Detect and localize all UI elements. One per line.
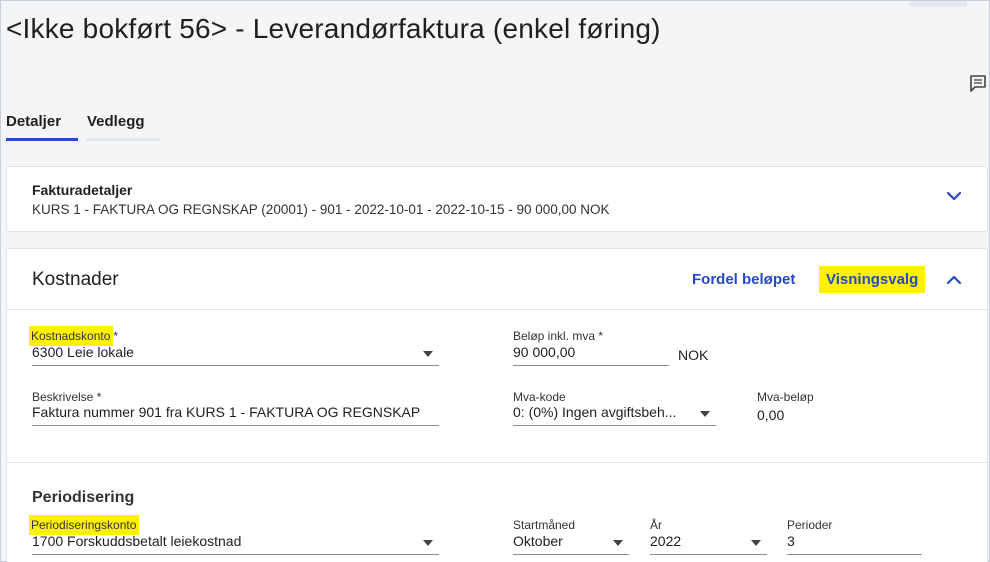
divider	[7, 309, 987, 310]
divider	[7, 462, 987, 463]
vat-amount-value: 0,00	[757, 407, 785, 423]
chevron-up-icon[interactable]	[945, 271, 963, 289]
tab-attachments[interactable]: Vedlegg	[86, 113, 160, 141]
description-input[interactable]: Faktura nummer 901 fra KURS 1 - FAKTURA …	[32, 401, 439, 426]
costs-title: Kostnader	[32, 269, 119, 290]
tab-details[interactable]: Detaljer	[6, 113, 78, 141]
top-tab-indicator	[909, 1, 967, 7]
start-month-value: Oktober	[513, 533, 563, 549]
periods-input[interactable]: 3	[787, 530, 922, 555]
tab-bar: Detaljer Vedlegg	[6, 113, 160, 143]
comment-icon[interactable]	[968, 73, 988, 93]
vat-code-value: 0: (0%) Ingen avgiftsbeh...	[513, 404, 677, 420]
accrual-title: Periodisering	[32, 489, 135, 506]
display-options-button[interactable]: Visningsvalg	[819, 266, 926, 293]
caret-down-icon	[423, 540, 433, 546]
costs-card: Kostnader Fordel beløpet Visningsvalg Ko…	[6, 248, 988, 562]
vat-amount-label: Mva-beløp	[757, 390, 814, 404]
year-value: 2022	[650, 533, 682, 549]
cost-account-value: 6300 Leie lokale	[32, 344, 134, 360]
distribute-amount-button[interactable]: Fordel beløpet	[692, 271, 795, 288]
amount-currency: NOK	[678, 347, 709, 363]
caret-down-icon	[613, 540, 623, 546]
vat-code-select[interactable]: 0: (0%) Ingen avgiftsbeh...	[513, 401, 716, 426]
invoice-summary: KURS 1 - FAKTURA OG REGNSKAP (20001) - 9…	[32, 202, 610, 217]
start-month-select[interactable]: Oktober	[513, 530, 629, 555]
cost-account-select[interactable]: 6300 Leie lokale	[32, 341, 439, 366]
accrual-account-select[interactable]: 1700 Forskuddsbetalt leiekostnad	[32, 530, 439, 555]
amount-input[interactable]: 90 000,00	[513, 341, 669, 366]
invoice-details-heading: Fakturadetaljer	[32, 182, 133, 198]
accrual-account-value: 1700 Forskuddsbetalt leiekostnad	[32, 533, 242, 549]
caret-down-icon	[700, 411, 710, 417]
year-select[interactable]: 2022	[650, 530, 767, 555]
caret-down-icon	[751, 540, 761, 546]
caret-down-icon	[423, 351, 433, 357]
invoice-details-card: Fakturadetaljer KURS 1 - FAKTURA OG REGN…	[6, 166, 988, 232]
page-title: <Ikke bokført 56> - Leverandørfaktura (e…	[6, 13, 661, 44]
chevron-down-icon[interactable]	[945, 187, 963, 205]
